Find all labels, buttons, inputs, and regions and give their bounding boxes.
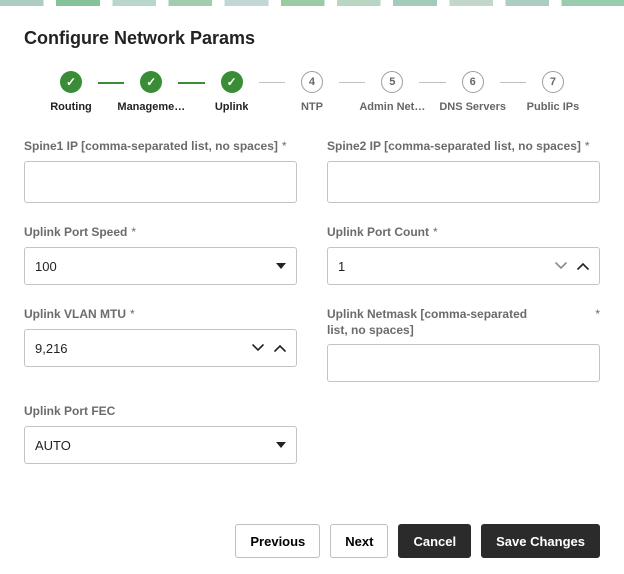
field-label: Uplink VLAN MTU [24,307,126,323]
step-dns-servers[interactable]: 6DNS Servers [440,71,506,113]
uplink-port-speed-select[interactable]: 100 [24,247,297,285]
field-spine1-ip: Spine1 IP [comma-separated list, no spac… [24,139,297,203]
form-grid: Spine1 IP [comma-separated list, no spac… [24,139,600,464]
stepper-value: 1 [338,259,345,274]
step-admin-network[interactable]: 5Admin Net… [359,71,425,113]
check-icon [221,71,243,93]
step-routing[interactable]: Routing [38,71,104,113]
field-label: Uplink Netmask [comma-separated list, no… [327,307,547,338]
required-mark: * [595,307,600,321]
field-label: Spine2 IP [comma-separated list, no spac… [327,139,581,155]
field-label: Spine1 IP [comma-separated list, no spac… [24,139,278,155]
field-label: Uplink Port FEC [24,404,115,420]
step-number: 4 [301,71,323,93]
required-mark: * [131,225,136,239]
field-label: Uplink Port Count [327,225,429,241]
caret-down-icon [276,263,286,269]
required-mark: * [282,139,287,153]
previous-button[interactable]: Previous [235,524,320,558]
spine2-ip-input[interactable] [327,161,600,203]
chevron-down-icon[interactable] [252,344,264,352]
step-public-ips[interactable]: 7Public IPs [520,71,586,113]
field-label: Uplink Port Speed [24,225,127,241]
chevron-down-icon[interactable] [555,262,567,270]
spine1-ip-input[interactable] [24,161,297,203]
decorative-top-stripe [0,0,624,6]
field-uplink-vlan-mtu: Uplink VLAN MTU * 9,216 [24,307,297,382]
caret-down-icon [276,442,286,448]
step-number: 6 [462,71,484,93]
step-number: 7 [542,71,564,93]
required-mark: * [585,139,590,153]
select-value: 100 [35,259,57,274]
chevron-up-icon[interactable] [577,262,589,270]
check-icon [140,71,162,93]
uplink-port-count-stepper[interactable]: 1 [327,247,600,285]
page-title: Configure Network Params [24,28,600,49]
step-number: 5 [381,71,403,93]
check-icon [60,71,82,93]
field-spine2-ip: Spine2 IP [comma-separated list, no spac… [327,139,600,203]
wizard-stepper: Routing Manageme… Uplink 4NTP 5Admin Net… [38,71,586,113]
save-changes-button[interactable]: Save Changes [481,524,600,558]
required-mark: * [433,225,438,239]
chevron-up-icon[interactable] [274,344,286,352]
footer-actions: Previous Next Cancel Save Changes [0,524,624,574]
required-mark: * [130,307,135,321]
stepper-value: 9,216 [35,341,68,356]
step-management[interactable]: Manageme… [118,71,184,113]
field-uplink-netmask: Uplink Netmask [comma-separated list, no… [327,307,600,382]
field-uplink-port-speed: Uplink Port Speed * 100 [24,225,297,285]
select-value: AUTO [35,438,71,453]
uplink-vlan-mtu-stepper[interactable]: 9,216 [24,329,297,367]
step-ntp[interactable]: 4NTP [279,71,345,113]
next-button[interactable]: Next [330,524,388,558]
uplink-port-fec-select[interactable]: AUTO [24,426,297,464]
field-uplink-port-count: Uplink Port Count * 1 [327,225,600,285]
field-uplink-port-fec: Uplink Port FEC AUTO [24,404,297,464]
cancel-button[interactable]: Cancel [398,524,471,558]
uplink-netmask-input[interactable] [327,344,600,382]
step-uplink[interactable]: Uplink [199,71,265,113]
